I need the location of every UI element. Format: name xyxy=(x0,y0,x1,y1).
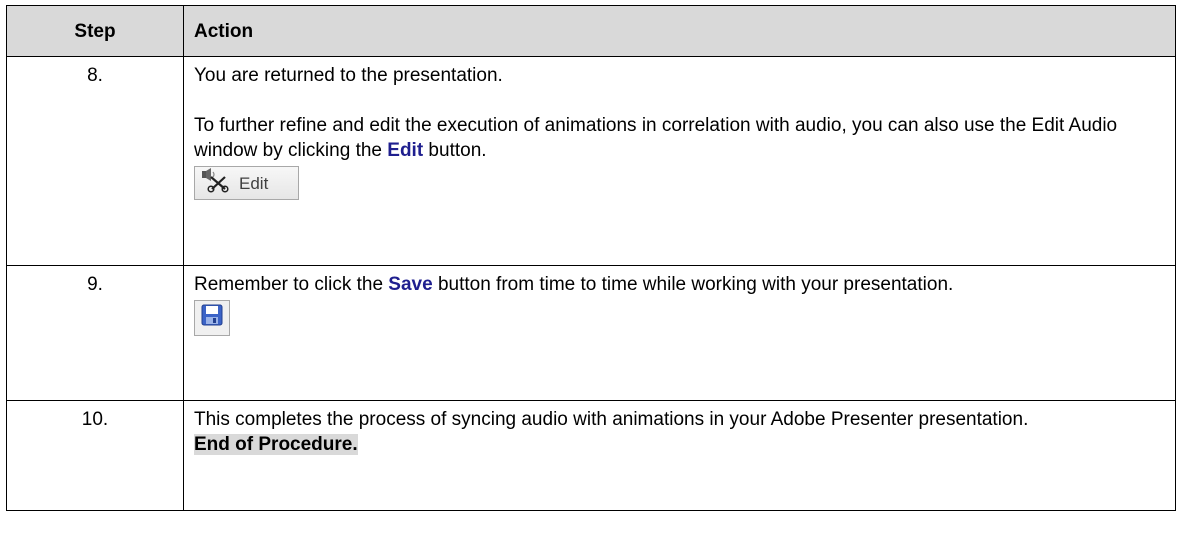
edit-button-label: Edit xyxy=(239,173,269,193)
audio-edit-scissors-icon xyxy=(199,167,233,200)
header-step: Step xyxy=(6,5,184,57)
header-action: Action xyxy=(183,5,1176,57)
keyword: Save xyxy=(388,274,433,295)
table-row: 10. This completes the process of syncin… xyxy=(6,400,1176,511)
action-cell: Remember to click the Save button from t… xyxy=(183,265,1176,401)
table-row: 9. Remember to click the Save button fro… xyxy=(6,265,1176,401)
action-cell: This completes the process of syncing au… xyxy=(183,400,1176,511)
action-text: To further refine and edit the execution… xyxy=(194,115,1118,161)
edit-button-image: Edit xyxy=(194,166,299,200)
step-number: 10. xyxy=(6,400,184,511)
keyword: Edit xyxy=(387,140,424,161)
procedure-table: Step Action 8. You are returned to the p… xyxy=(6,5,1176,511)
end-of-procedure: End of Procedure. xyxy=(194,434,358,455)
table-header-row: Step Action xyxy=(6,5,1176,57)
action-cell: You are returned to the presentation. To… xyxy=(183,56,1176,266)
table-row: 8. You are returned to the presentation.… xyxy=(6,56,1176,266)
step-number: 8. xyxy=(6,56,184,266)
action-text: This completes the process of syncing au… xyxy=(194,409,1029,430)
save-button-image xyxy=(194,300,230,336)
step-number: 9. xyxy=(6,265,184,401)
action-text: You are returned to the presentation. xyxy=(194,65,503,86)
action-text: Remember to click the Save button from t… xyxy=(194,274,954,295)
save-floppy-icon xyxy=(201,304,223,333)
